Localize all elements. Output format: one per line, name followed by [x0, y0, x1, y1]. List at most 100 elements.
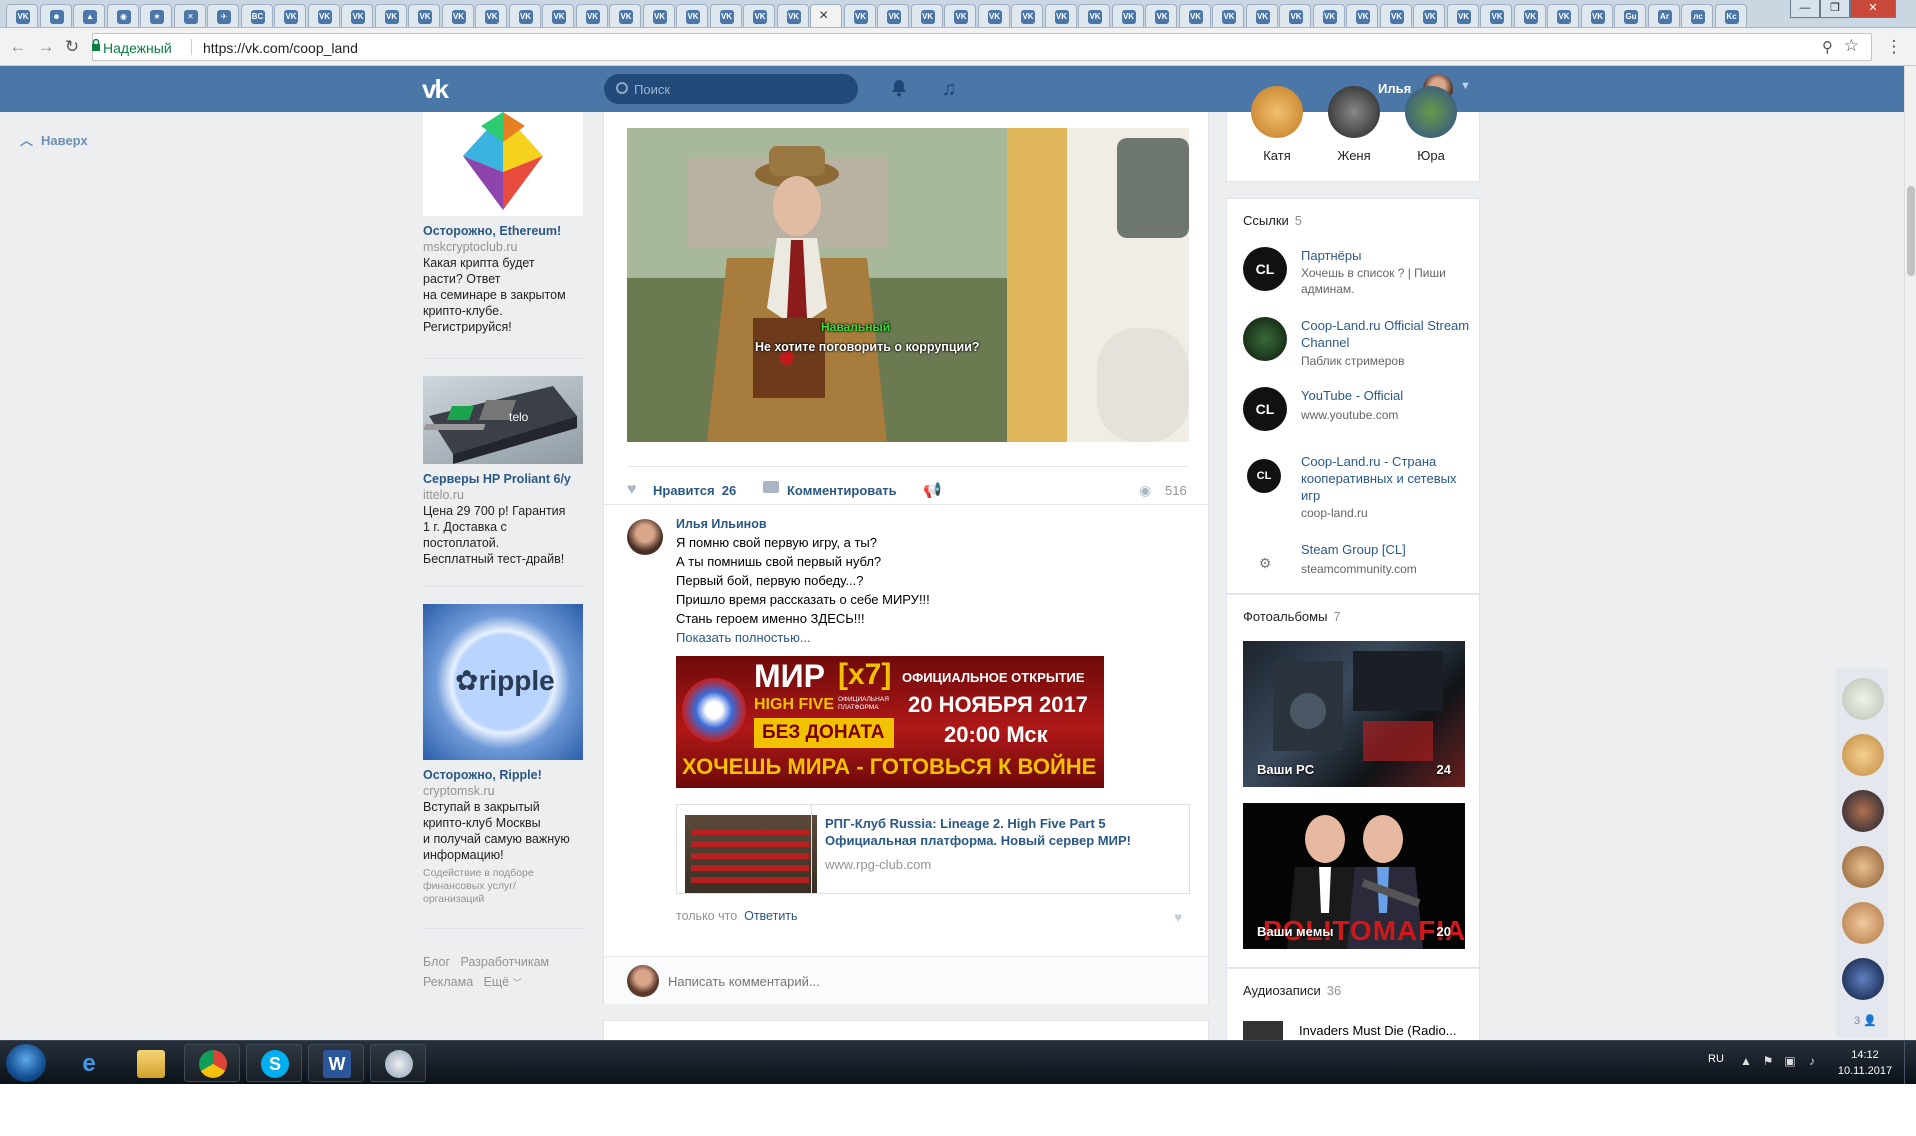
browser-tab[interactable]: ▲	[73, 4, 105, 27]
friend-avatar[interactable]	[1251, 86, 1303, 138]
friend-name[interactable]: Юра	[1401, 148, 1461, 163]
link-domain[interactable]: www.rpg-club.com	[825, 857, 931, 872]
comment-link-attachment[interactable]: РПГ-Клуб Russia: Lineage 2. High Five Pa…	[676, 804, 1190, 894]
taskbar-ie[interactable]: e	[60, 1044, 116, 1082]
link-avatar[interactable]: CL	[1247, 459, 1281, 493]
search-box[interactable]	[604, 74, 858, 104]
friend-item[interactable]: Катя	[1247, 86, 1307, 163]
browser-tab[interactable]: ✕	[173, 4, 206, 27]
browser-tab[interactable]: VK	[877, 4, 909, 27]
tab-close-icon[interactable]: ×	[819, 7, 835, 25]
browser-tab[interactable]: VK	[843, 4, 876, 27]
browser-tab[interactable]: VK	[1580, 4, 1613, 27]
link-title[interactable]: Coop-Land.ru - Страна кооперативных и се…	[1301, 453, 1476, 504]
comment-author-name[interactable]: Илья Ильинов	[676, 517, 767, 531]
friend-avatar[interactable]	[1328, 86, 1380, 138]
chat-contact-avatar[interactable]	[1842, 902, 1884, 944]
browser-tab[interactable]: VK	[475, 4, 507, 27]
browser-tab[interactable]: VK	[1044, 4, 1077, 27]
user-name[interactable]: Илья	[1378, 81, 1411, 96]
browser-tab[interactable]: VK	[374, 4, 407, 27]
browser-tab[interactable]: VK	[542, 4, 574, 27]
browser-tab[interactable]: VK	[944, 4, 976, 27]
ad-image-ripple[interactable]: ✿ripple	[423, 604, 583, 760]
browser-tab[interactable]: VK	[709, 4, 742, 27]
network-icon[interactable]: ▣	[1782, 1053, 1798, 1069]
browser-tab[interactable]: VK	[1279, 4, 1311, 27]
browser-tab[interactable]: ★	[140, 4, 172, 27]
comment-author-avatar[interactable]	[627, 519, 663, 555]
browser-tab[interactable]: VK	[1446, 4, 1479, 27]
chat-contact-avatar[interactable]	[1842, 958, 1884, 1000]
friend-name[interactable]: Женя	[1324, 148, 1384, 163]
footer-link-developers[interactable]: Разработчикам	[460, 955, 549, 969]
browser-tab[interactable]: Gu	[1614, 4, 1646, 27]
back-arrow-icon[interactable]: ←	[8, 37, 28, 57]
zoom-icon[interactable]: ⚲	[1822, 38, 1833, 56]
reply-link[interactable]: Ответить	[744, 909, 797, 923]
minimize-button[interactable]: —	[1790, 0, 1820, 18]
link-title[interactable]: Партнёры	[1301, 247, 1476, 264]
taskbar-explorer[interactable]	[122, 1044, 178, 1082]
browser-tab[interactable]: VK	[1212, 4, 1244, 27]
like-button[interactable]: Нравится 26	[653, 483, 736, 498]
browser-tab[interactable]: VK	[1547, 4, 1579, 27]
ad-title[interactable]: Осторожно, Ripple!	[423, 768, 583, 783]
browser-tab[interactable]: VK	[776, 4, 809, 27]
browser-tab[interactable]: VK	[1245, 4, 1278, 27]
keyboard-language[interactable]: RU	[1708, 1053, 1724, 1065]
browser-tab[interactable]: VK	[307, 4, 340, 27]
browser-tab[interactable]: VK	[609, 4, 641, 27]
write-comment-input[interactable]	[666, 967, 1166, 995]
browser-tab[interactable]: VK	[1346, 4, 1378, 27]
browser-tab[interactable]: VK	[441, 4, 474, 27]
steam-logo-icon[interactable]: ⚙	[1243, 541, 1287, 585]
browser-tab[interactable]: VK	[1413, 4, 1445, 27]
browser-tab[interactable]: VK	[1145, 4, 1177, 27]
link-title[interactable]: Steam Group [CL]	[1301, 541, 1476, 558]
ad-item[interactable]: ✿ripple Осторожно, Ripple! cryptomsk.ru …	[423, 604, 583, 906]
chrome-menu-icon[interactable]: ⋮	[1884, 37, 1904, 57]
music-note-icon[interactable]: ♫	[938, 78, 960, 100]
browser-tab[interactable]: ×	[810, 4, 842, 27]
chat-contact-avatar[interactable]	[1842, 734, 1884, 776]
footer-link-more[interactable]: Ещё ﹀	[484, 975, 522, 989]
audio-track-title[interactable]: Invaders Must Die (Radio...	[1299, 1023, 1457, 1038]
search-input[interactable]	[632, 78, 842, 100]
browser-tab[interactable]: VK	[1379, 4, 1412, 27]
browser-tab[interactable]: ✈	[207, 4, 239, 27]
browser-tab[interactable]: ☻	[39, 4, 72, 27]
taskbar-word[interactable]: W	[308, 1044, 364, 1082]
browser-tab[interactable]: VK	[1011, 4, 1043, 27]
browser-tab[interactable]: VK	[1480, 4, 1512, 27]
ad-item[interactable]: Осторожно, Ethereum! mskcryptoclub.ru Ка…	[423, 112, 583, 335]
browser-tab[interactable]: VK	[1178, 4, 1211, 27]
link-title[interactable]: Coop-Land.ru Official Stream Channel	[1301, 317, 1476, 351]
browser-tab[interactable]: VK	[6, 4, 38, 27]
browser-tab[interactable]: VK	[1111, 4, 1144, 27]
show-more-link[interactable]: Показать полностью...	[676, 630, 811, 645]
chat-online-count[interactable]: 3 👤	[1854, 1014, 1877, 1027]
link-avatar[interactable]: CL	[1243, 247, 1287, 291]
friend-item[interactable]: Женя	[1324, 86, 1384, 163]
page-scrollbar[interactable]	[1904, 66, 1916, 1041]
ad-item[interactable]: telo Серверы HP Proliant 6/у ittelo.ru Ц…	[423, 376, 583, 567]
close-window-button[interactable]: ✕	[1850, 0, 1896, 18]
browser-tab[interactable]: VK	[977, 4, 1010, 27]
browser-tab[interactable]: Ar	[1647, 4, 1680, 27]
ad-title[interactable]: Серверы HP Proliant 6/у	[423, 472, 583, 487]
vk-logo[interactable]: vk	[422, 76, 462, 102]
link-avatar[interactable]: CL	[1243, 387, 1287, 431]
scrollbar-thumb[interactable]	[1907, 186, 1915, 276]
browser-tab[interactable]: Kc	[1714, 4, 1747, 27]
chat-contact-avatar[interactable]	[1842, 678, 1884, 720]
browser-tab[interactable]: BC	[240, 4, 273, 27]
footer-link-blog[interactable]: Блог	[423, 955, 450, 969]
link-title[interactable]: РПГ-Клуб Russia: Lineage 2. High Five Pa…	[825, 815, 1181, 849]
browser-tab[interactable]: VK	[676, 4, 708, 27]
friend-avatar[interactable]	[1405, 86, 1457, 138]
start-button[interactable]	[6, 1044, 46, 1082]
browser-tab[interactable]: VK	[743, 4, 775, 27]
taskbar-skype[interactable]: S	[246, 1044, 302, 1082]
browser-tab[interactable]: VK	[1078, 4, 1110, 27]
